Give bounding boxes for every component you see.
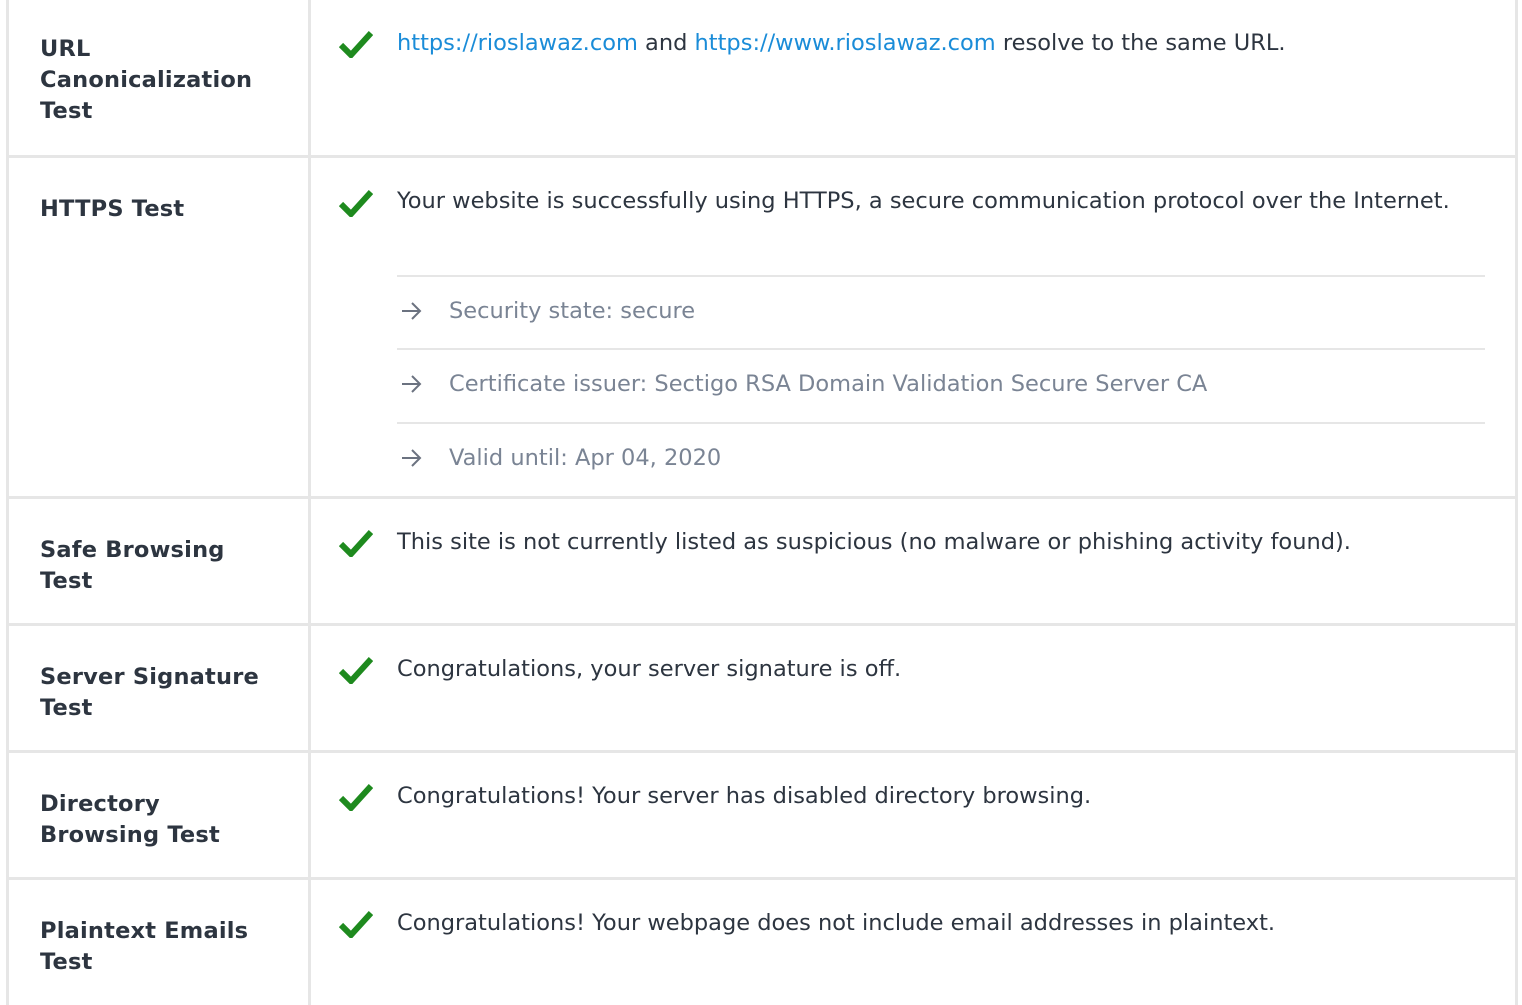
test-label-cell: Server Signature Test	[9, 626, 311, 753]
canonical-link-root[interactable]: https://rioslawaz.com	[397, 30, 638, 56]
test-message: Congratulations! Your server has disable…	[397, 783, 1092, 809]
test-row-url-canonicalization: URL Canonicalization Test https://riosla…	[6, 0, 1518, 157]
test-message: This site is not currently listed as sus…	[397, 529, 1351, 555]
test-row-plaintext-emails: Plaintext Emails Test Congratulations! Y…	[6, 877, 1518, 1005]
detail-text: Security state: secure	[449, 298, 696, 324]
detail-item: Certificate issuer: Sectigo RSA Domain V…	[397, 348, 1485, 422]
test-label: URL Canonicalization Test	[40, 36, 253, 124]
test-label-cell: HTTPS Test	[9, 158, 311, 498]
test-row-directory-browsing: Directory Browsing Test Congratulations!…	[6, 750, 1518, 880]
seo-test-results-table: URL Canonicalization Test https://riosla…	[0, 0, 1522, 1005]
canonical-link-www[interactable]: https://www.rioslawaz.com	[695, 30, 996, 56]
test-label-cell: Safe Browsing Test	[9, 499, 311, 626]
detail-item: Security state: secure	[397, 275, 1485, 349]
test-row-server-signature: Server Signature Test Congratulations, y…	[6, 623, 1518, 753]
test-message: Congratulations! Your webpage does not i…	[397, 910, 1276, 936]
test-label: Server Signature Test	[40, 664, 259, 721]
message-text-rest: resolve to the same URL.	[995, 30, 1286, 56]
test-label: Plaintext Emails Test	[40, 918, 249, 975]
message-text-and: and	[637, 30, 695, 56]
arrow-right-icon	[402, 302, 422, 320]
test-message: https://rioslawaz.com and https://www.ri…	[397, 24, 1485, 62]
checkmark-icon	[339, 529, 373, 557]
checkmark-icon	[339, 910, 373, 938]
test-label-cell: URL Canonicalization Test	[9, 0, 311, 157]
detail-text: Certificate issuer: Sectigo RSA Domain V…	[449, 371, 1208, 397]
test-message: Your website is successfully using HTTPS…	[397, 188, 1450, 214]
arrow-right-icon	[402, 449, 422, 467]
test-row-https: HTTPS Test Your website is successfully …	[6, 155, 1518, 498]
checkmark-icon	[339, 189, 373, 217]
checkmark-icon	[339, 30, 373, 58]
test-row-safe-browsing: Safe Browsing Test This site is not curr…	[6, 496, 1518, 626]
checkmark-icon	[339, 783, 373, 811]
test-label: HTTPS Test	[40, 196, 185, 222]
test-label-cell: Directory Browsing Test	[9, 753, 311, 880]
detail-item: Valid until: Apr 04, 2020	[397, 422, 1485, 496]
arrow-right-icon	[402, 375, 422, 393]
test-label: Directory Browsing Test	[40, 791, 220, 848]
test-label-cell: Plaintext Emails Test	[9, 880, 311, 1005]
detail-text: Valid until: Apr 04, 2020	[449, 445, 722, 471]
checkmark-icon	[339, 656, 373, 684]
test-label: Safe Browsing Test	[40, 537, 225, 594]
test-message: Congratulations, your server signature i…	[397, 656, 902, 682]
